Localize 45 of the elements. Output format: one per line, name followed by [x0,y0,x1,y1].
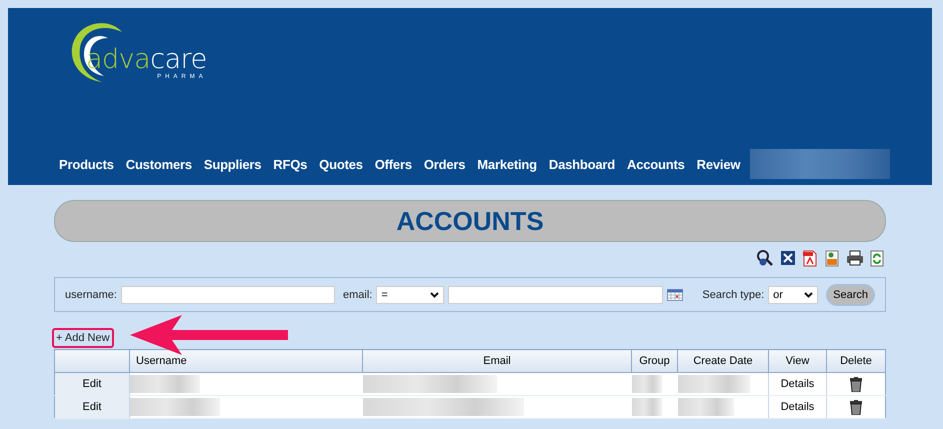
search-type-select[interactable]: or [768,286,818,304]
pdf-icon[interactable] [802,250,818,266]
print-icon[interactable] [846,250,864,266]
nav-link[interactable]: Review [690,156,746,172]
nav-link[interactable]: Suppliers [198,156,268,172]
edit-link[interactable]: Edit [82,378,102,390]
spreadsheet-icon[interactable] [780,250,796,266]
redacted-block [678,375,750,393]
filter-label: email: [342,288,372,300]
filter-label: username: [65,288,117,300]
refresh-icon[interactable] [870,250,884,266]
redacted-block [678,398,734,416]
calendar-icon[interactable] [667,288,684,300]
redacted-block [130,375,200,393]
column-header: Delete [840,355,872,367]
nav-link[interactable]: Offers [368,156,418,172]
nav-link[interactable]: Orders [418,156,472,172]
nav-link[interactable]: RFQs [267,156,314,172]
chevron-down-icon [804,292,814,298]
filter-label: Search type: [702,288,764,300]
column-header: Email [483,355,511,367]
page-title: ACCOUNTS [396,206,544,236]
add-new-link[interactable]: + Add New [52,328,114,348]
column-header: Create Date [693,355,753,367]
username-field[interactable] [120,286,335,304]
nav-link[interactable]: Accounts [621,156,691,172]
nav-link[interactable]: Quotes [313,156,369,172]
email-field[interactable] [448,286,664,304]
nav-link[interactable]: Marketing [471,156,543,172]
column-header: View [786,355,810,367]
document-icon[interactable] [824,250,840,266]
column-header: Group [639,355,670,367]
nav-link[interactable]: Dashboard [542,156,622,172]
nav-link[interactable]: Customers [120,156,198,172]
search-icon[interactable] [756,249,774,267]
column-header: Username [136,355,187,367]
trash-icon[interactable] [850,376,862,392]
chevron-down-icon [430,292,440,298]
trash-icon[interactable] [850,400,862,414]
redacted-block [632,375,662,393]
operator-select[interactable]: = [376,286,444,304]
redacted-block [632,398,662,416]
edit-link[interactable]: Edit [82,401,102,413]
nav-link[interactable]: Products [53,156,120,172]
search-button[interactable]: Search [826,284,875,306]
